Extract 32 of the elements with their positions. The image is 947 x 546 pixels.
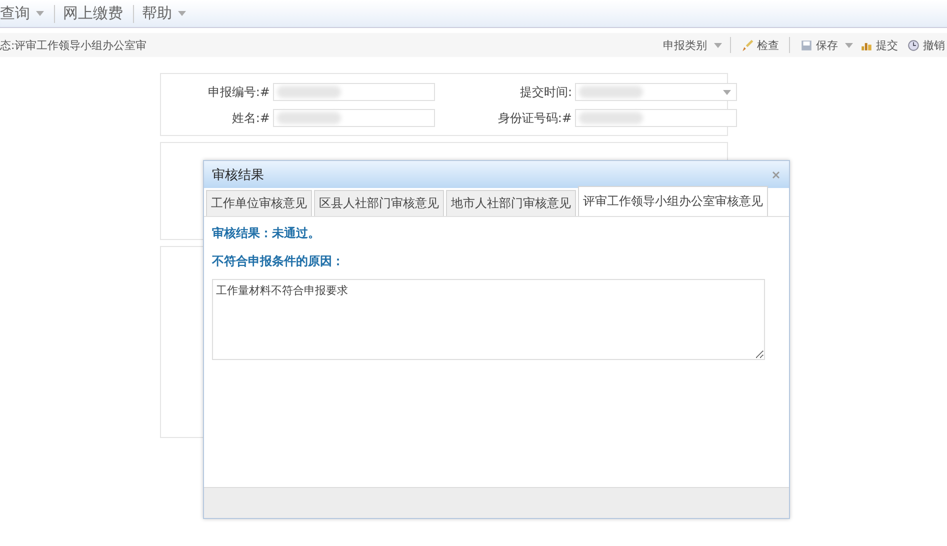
close-icon[interactable] [772, 170, 780, 178]
tab[interactable]: 评审工作领导小组办公室审核意见 [578, 186, 768, 216]
tab[interactable]: 区县人社部门审核意见 [314, 190, 444, 216]
toolbar-button[interactable]: 提交 [858, 38, 900, 52]
reason-field[interactable]: 工作量材料不符合申报要求 [212, 279, 765, 360]
reason-label: 不符合申报条件的原因： [212, 253, 345, 270]
caret-icon[interactable] [36, 11, 44, 16]
toolbar-button[interactable]: 检查 [739, 38, 781, 52]
input-field[interactable] [273, 109, 435, 127]
field-label: 申报编号:# [206, 84, 271, 100]
toolbar-button[interactable]: 申报类别 [661, 38, 709, 52]
caret-icon[interactable] [178, 11, 186, 16]
caret-icon[interactable] [845, 42, 853, 48]
menu-item[interactable]: 网上缴费 [63, 4, 131, 23]
toolbar-button[interactable]: 撤销 [905, 38, 947, 52]
status-text: 态:评审工作领导小组办公室审 [0, 38, 147, 52]
field-label: 身份证号码:# [496, 110, 573, 126]
input-field[interactable] [575, 109, 737, 127]
dialog-title: 审核结果 [212, 166, 264, 184]
field-label: 姓名:# [230, 110, 271, 126]
caret-icon[interactable] [723, 90, 731, 95]
menu-item[interactable]: 帮助 [142, 4, 194, 23]
tab[interactable]: 地市人社部门审核意见 [446, 190, 576, 216]
result-text: 审核结果：未通过。 [212, 225, 321, 242]
tab[interactable]: 工作单位审核意见 [206, 190, 312, 216]
field-label: 提交时间: [518, 84, 573, 100]
caret-icon[interactable] [714, 42, 722, 48]
clock-icon [907, 38, 920, 52]
input-field[interactable] [575, 83, 737, 101]
input-field[interactable] [273, 83, 435, 101]
toolbar-button[interactable]: 保存 [798, 38, 840, 52]
menu-item[interactable]: 查询 [0, 4, 52, 23]
